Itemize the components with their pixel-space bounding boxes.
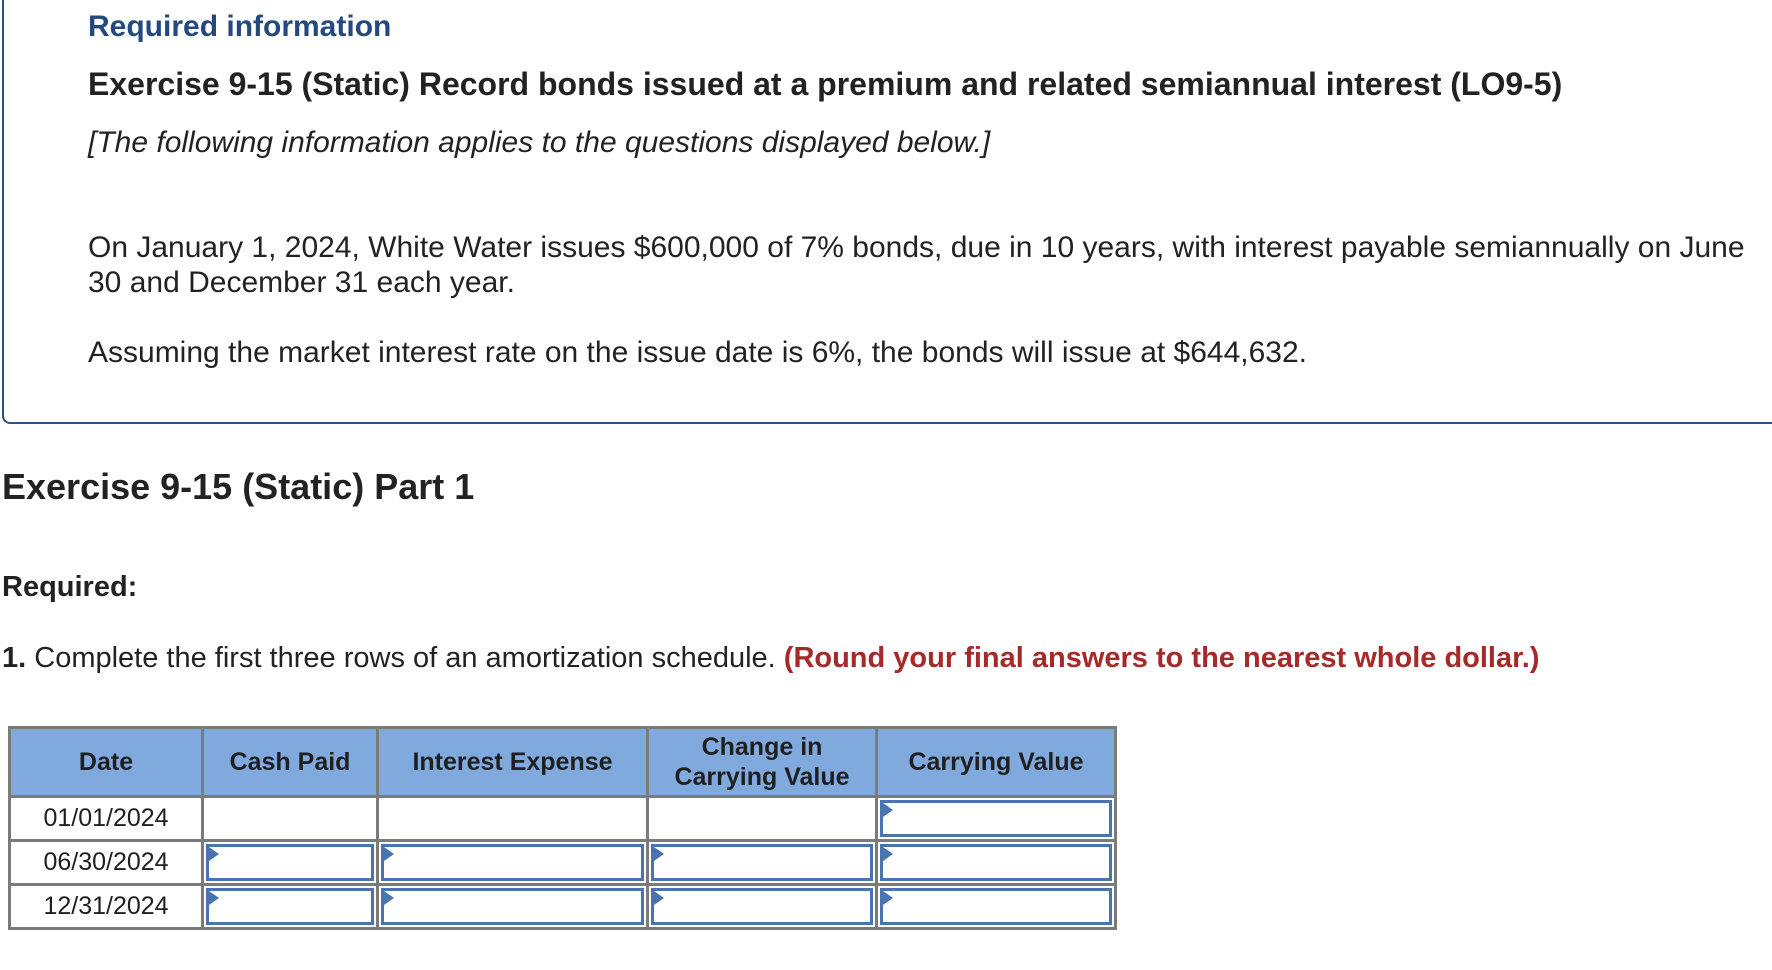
cash-paid-input-row-2[interactable] [209, 847, 371, 878]
date-cell: 06/30/2024 [8, 839, 204, 886]
carrying-value-input-box[interactable] [880, 800, 1112, 837]
change-cell-empty [646, 795, 878, 842]
input-flag-icon [883, 847, 893, 861]
question-1: 1. Complete the first three rows of an a… [2, 642, 1540, 675]
input-flag-icon [209, 847, 219, 861]
cash-paid-input-box[interactable] [206, 888, 374, 925]
interest-expense-input-box[interactable] [381, 888, 644, 925]
interest-expense-input-row-3[interactable] [384, 891, 641, 922]
question-number: 1. [2, 642, 27, 674]
question-text: Complete the first three rows of an amor… [26, 642, 784, 674]
interest-expense-cell [376, 883, 649, 930]
input-flag-icon [654, 891, 664, 905]
date-cell: 01/01/2024 [8, 795, 204, 842]
column-header-change-in-carrying-value: Change in Carrying Value [646, 726, 878, 798]
cash-paid-cell [201, 883, 379, 930]
cash-paid-input-box[interactable] [206, 844, 374, 881]
column-header-interest-expense: Interest Expense [376, 726, 649, 798]
input-flag-icon [883, 803, 893, 817]
input-flag-icon [384, 891, 394, 905]
input-flag-icon [654, 847, 664, 861]
carrying-value-input-box[interactable] [880, 844, 1112, 881]
column-header-cash-paid: Cash Paid [201, 726, 379, 798]
carrying-value-cell [875, 883, 1117, 930]
required-label: Required: [2, 571, 138, 603]
problem-paragraph-2: Assuming the market interest rate on the… [88, 336, 1308, 369]
input-flag-icon [883, 891, 893, 905]
interest-expense-cell-empty [376, 795, 649, 842]
carrying-value-input-row-2[interactable] [883, 847, 1109, 878]
carrying-value-input-row-3[interactable] [883, 891, 1109, 922]
part-title: Exercise 9-15 (Static) Part 1 [2, 466, 475, 507]
column-header-carrying-value: Carrying Value [875, 726, 1117, 798]
exercise-title: Exercise 9-15 (Static) Record bonds issu… [88, 66, 1563, 102]
change-input-box[interactable] [651, 844, 873, 881]
required-information-heading: Required information [88, 10, 392, 43]
problem-paragraph-1: On January 1, 2024, White Water issues $… [88, 231, 1745, 299]
table-row: 06/30/2024 [8, 839, 1117, 886]
cash-paid-cell [201, 839, 379, 886]
table-row: 12/31/2024 [8, 883, 1117, 930]
carrying-value-cell [875, 795, 1117, 842]
change-in-carrying-value-input-row-2[interactable] [654, 847, 870, 878]
interest-expense-input-box[interactable] [381, 844, 644, 881]
interest-expense-cell [376, 839, 649, 886]
table-header-row: Date Cash Paid Interest Expense Change i… [8, 726, 1117, 798]
date-cell: 12/31/2024 [8, 883, 204, 930]
carrying-value-input-box[interactable] [880, 888, 1112, 925]
column-header-date: Date [8, 726, 204, 798]
change-cell [646, 839, 878, 886]
change-input-box[interactable] [651, 888, 873, 925]
change-cell [646, 883, 878, 930]
cash-paid-input-row-3[interactable] [209, 891, 371, 922]
interest-expense-input-row-2[interactable] [384, 847, 641, 878]
carrying-value-input-row-1[interactable] [883, 803, 1109, 834]
input-flag-icon [209, 891, 219, 905]
amortization-schedule-table: Date Cash Paid Interest Expense Change i… [8, 726, 1117, 930]
rounding-instruction: (Round your final answers to the nearest… [783, 642, 1540, 674]
info-note: [The following information applies to th… [88, 126, 991, 159]
cash-paid-cell-empty [201, 795, 379, 842]
input-flag-icon [384, 847, 394, 861]
table-row: 01/01/2024 [8, 795, 1117, 842]
carrying-value-cell [875, 839, 1117, 886]
change-in-carrying-value-input-row-3[interactable] [654, 891, 870, 922]
